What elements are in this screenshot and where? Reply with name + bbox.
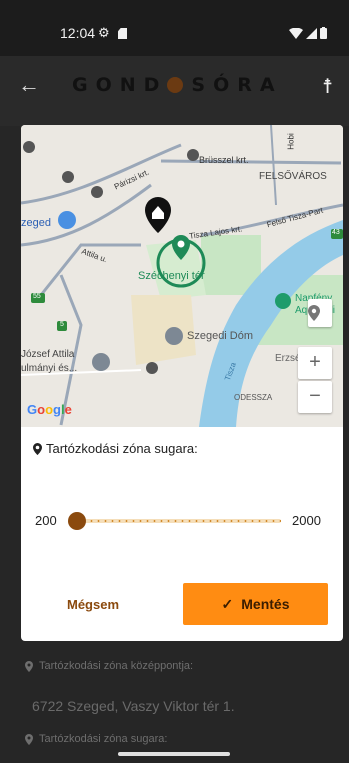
map-label-szechenyi: Széchenyi tér: [138, 270, 205, 282]
app-header: ← GOND SÓRA ☨: [0, 56, 349, 126]
road-attila: [21, 183, 152, 247]
transit-icon: [187, 149, 199, 161]
map-label-brusszel: Brüsszel krt.: [199, 155, 249, 165]
cancel-button[interactable]: Mégsem: [39, 583, 179, 625]
status-time: 12:04: [60, 25, 96, 41]
status-icons: [289, 27, 327, 39]
transit-icon: [146, 362, 158, 374]
zoom-out-button[interactable]: −: [298, 381, 332, 413]
map-label-hobi: Hobi: [286, 133, 296, 150]
google-logo: Google: [27, 402, 72, 417]
radius-title: Tartózkodási zóna sugara:: [33, 441, 198, 456]
radius-slider-ticks: [81, 520, 281, 522]
road-brusszel: [160, 159, 342, 165]
place-icon: [275, 293, 291, 309]
map-label-jozsef: József Attila: [21, 349, 75, 360]
signal-icon: [306, 28, 317, 39]
radius-label-text: Tartózkodási zóna sugara:: [39, 733, 168, 745]
logo-text-right: SÓRA: [191, 74, 283, 96]
map-label-odessza: ODESSZA: [234, 393, 273, 402]
home-indicator[interactable]: [118, 752, 230, 756]
map-label-road-55: 55: [33, 293, 41, 300]
wifi-icon: [289, 28, 303, 39]
map-pin-icon: [308, 305, 320, 321]
map-label-road-5: 5: [60, 321, 64, 328]
transit-icon: [62, 171, 74, 183]
location-pin-icon: [25, 660, 33, 672]
radius-title-text: Tartózkodási zóna sugara:: [46, 441, 198, 456]
road-hobi: [270, 125, 277, 206]
center-label-text: Tartózkodási zóna középpontja:: [39, 660, 194, 672]
radius-slider-thumb[interactable]: [68, 512, 86, 530]
location-pin-icon: [33, 442, 42, 455]
shopping-icon: [58, 211, 76, 229]
save-button[interactable]: ✓ Mentés: [183, 583, 328, 625]
save-button-label: Mentés: [241, 596, 290, 612]
background-content: Tartózkodási zóna középpontja: 6722 Szeg…: [0, 640, 349, 763]
zoom-in-button[interactable]: +: [298, 347, 332, 379]
back-arrow-icon[interactable]: ←: [18, 72, 40, 98]
map-view[interactable]: Brüsszel krt. Hobi FELSŐVÁROS Párizsi kr…: [21, 125, 343, 427]
center-value: 6722 Szeged, Vaszy Viktor tér 1.: [32, 698, 235, 714]
center-label: Tartózkodási zóna középpontja:: [25, 660, 193, 672]
library-icon: [92, 353, 110, 371]
map-label-tudomanyi: ulmányi és...: [21, 363, 78, 374]
map-label-szeged: zeged: [21, 217, 51, 229]
map-label-dom: Szegedi Dóm: [187, 330, 254, 342]
map-pin-button[interactable]: [308, 299, 332, 327]
radius-dialog: Brüsszel krt. Hobi FELSŐVÁROS Párizsi kr…: [21, 125, 343, 641]
map-label-felsovaros: FELSŐVÁROS: [259, 171, 327, 182]
slider-max-label: 2000: [292, 513, 321, 528]
gear-icon: ⚙: [98, 25, 110, 40]
battery-icon: [320, 27, 327, 39]
status-bar: 12:04 ⚙: [0, 0, 349, 56]
radius-label: Tartózkodási zóna sugara:: [25, 733, 167, 745]
check-icon: ✓: [221, 595, 234, 612]
location-pin-icon: [25, 733, 33, 745]
logo-dot: [167, 77, 184, 93]
logo-text-left: GOND: [72, 74, 168, 96]
sd-card-icon: [118, 28, 127, 39]
app-screen: 12:04 ⚙ ← GOND SÓRA ☨ Tartózkodási zóna …: [0, 0, 349, 763]
accessibility-icon[interactable]: ☨: [322, 74, 333, 99]
map-label-road-43: 43: [332, 229, 340, 236]
church-icon: [165, 327, 183, 345]
transit-icon: [23, 141, 35, 153]
app-logo: GOND SÓRA: [72, 74, 283, 96]
slider-min-label: 200: [35, 513, 57, 528]
transit-icon: [91, 186, 103, 198]
